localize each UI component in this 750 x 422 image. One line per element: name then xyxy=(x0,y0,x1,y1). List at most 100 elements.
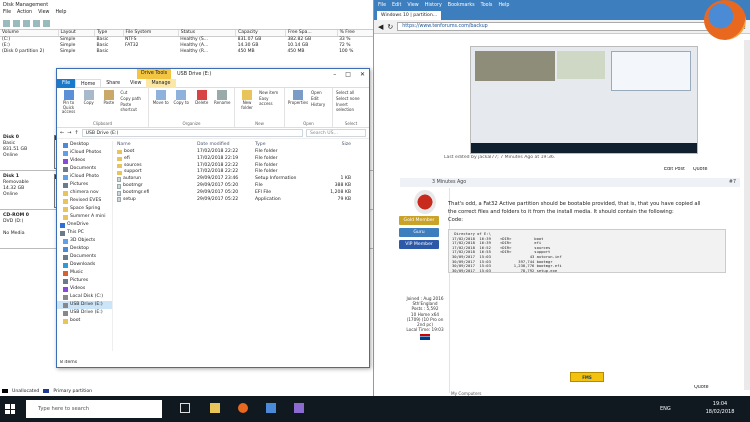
tab-view[interactable]: View xyxy=(125,79,146,88)
ff-menu-bookmarks[interactable]: Bookmarks xyxy=(448,3,475,8)
nav-item[interactable]: Pictures xyxy=(57,277,112,285)
footer-quote-button[interactable]: Quote xyxy=(694,385,734,390)
properties-button[interactable]: Properties xyxy=(288,90,308,125)
select-all-button[interactable]: Select all xyxy=(336,90,366,95)
edit-post-button[interactable]: Edit Post xyxy=(664,167,685,172)
nav-item[interactable]: Summer A mini xyxy=(57,213,112,221)
tab-manage[interactable]: Manage xyxy=(146,78,176,88)
clock[interactable]: 19:04 18/02/2018 xyxy=(700,400,740,418)
nav-item[interactable]: Space Spring xyxy=(57,205,112,213)
file-row[interactable]: bootmgr.efi 29/09/2017 05:20 EFI File 1,208… xyxy=(117,190,367,197)
nav-item[interactable]: Pictures xyxy=(57,181,112,189)
ff-menu-view[interactable]: View xyxy=(407,3,418,8)
table-row[interactable]: (Disk 0 partition 2) Simple Basic Healthy (… xyxy=(0,48,373,54)
url-bar[interactable]: https://www.tenforums.com/backup xyxy=(397,22,737,31)
tab-share[interactable]: Share xyxy=(101,79,125,88)
file-row[interactable]: support 17/02/2018 22:22 File folder xyxy=(117,169,367,176)
properties-icon[interactable] xyxy=(23,20,30,27)
menu-action[interactable]: Action xyxy=(17,10,32,18)
ff-menu-help[interactable]: Help xyxy=(498,3,509,8)
cut-button[interactable]: Cut xyxy=(120,90,145,95)
tab-file[interactable]: File xyxy=(57,78,76,88)
tab-home[interactable]: Home xyxy=(75,78,102,88)
nav-item[interactable]: chimera nov xyxy=(57,189,112,197)
file-row[interactable]: boot 17/02/2018 22:22 File folder xyxy=(117,149,367,156)
file-row[interactable]: bootmgr 29/09/2017 05:20 File 388 KB xyxy=(117,183,367,190)
file-row[interactable]: setup 29/09/2017 05:22 Application 79 KB xyxy=(117,197,367,204)
nav-item[interactable]: Desktop xyxy=(57,141,112,149)
new-item-button[interactable]: New item xyxy=(259,90,281,95)
forward-arrow-icon[interactable]: → xyxy=(67,130,71,136)
nav-item[interactable]: USB Drive (E:) xyxy=(57,309,112,317)
file-row[interactable]: sources 17/02/2018 22:22 File folder xyxy=(117,163,367,170)
search-input[interactable]: Search US... xyxy=(306,129,366,137)
col-name[interactable]: Name xyxy=(117,141,197,149)
forward-icon[interactable] xyxy=(13,20,20,27)
app-icon-2[interactable] xyxy=(294,403,304,413)
file-row[interactable]: autorun 29/09/2017 23:46 Setup Information… xyxy=(117,176,367,183)
menu-view[interactable]: View xyxy=(38,10,49,18)
language-indicator[interactable]: ENG xyxy=(660,401,678,417)
paste-button[interactable]: Paste xyxy=(100,90,117,125)
ff-tab[interactable]: Windows 10 | partition... xyxy=(377,11,442,20)
reload-icon[interactable]: ↻ xyxy=(387,23,393,31)
menu-help[interactable]: Help xyxy=(55,10,66,18)
menu-file[interactable]: File xyxy=(3,10,11,18)
open-button[interactable]: Open xyxy=(311,90,325,95)
nav-item[interactable]: Local Disk (C:) xyxy=(57,293,112,301)
history-button[interactable]: History xyxy=(311,102,325,107)
refresh-icon[interactable] xyxy=(43,20,50,27)
close-icon[interactable]: ✕ xyxy=(360,71,365,78)
pin-quick-access-button[interactable]: Pin to Quick access xyxy=(60,90,77,125)
nav-item[interactable]: Desktop xyxy=(57,245,112,253)
file-explorer-icon[interactable] xyxy=(210,403,220,413)
minimize-icon[interactable]: – xyxy=(333,71,336,78)
nav-item[interactable]: This PC xyxy=(57,229,112,237)
copy-path-button[interactable]: Copy path xyxy=(120,96,145,101)
up-arrow-icon[interactable]: ↑ xyxy=(74,130,78,136)
address-bar[interactable]: USB Drive (E:) xyxy=(81,129,303,137)
start-button[interactable] xyxy=(5,404,15,414)
ff-menu-edit[interactable]: Edit xyxy=(392,3,401,8)
nav-item[interactable]: Music xyxy=(57,269,112,277)
nav-item[interactable]: 3D Objects xyxy=(57,237,112,245)
select-none-button[interactable]: Select none xyxy=(336,96,366,101)
nav-item[interactable]: iCloud Photo xyxy=(57,173,112,181)
invert-selection-button[interactable]: Invert selection xyxy=(336,102,366,112)
firefox-icon[interactable] xyxy=(238,403,248,413)
nav-item[interactable]: Videos xyxy=(57,157,112,165)
easy-access-button[interactable]: Easy access xyxy=(259,96,281,106)
col-date[interactable]: Date modified xyxy=(197,141,255,149)
copy-to-button[interactable]: Copy to xyxy=(173,90,191,125)
move-to-button[interactable]: Move to xyxy=(152,90,170,125)
col-type[interactable]: Type xyxy=(255,141,311,149)
help-icon[interactable] xyxy=(33,20,40,27)
nav-item[interactable]: OneDrive xyxy=(57,221,112,229)
ff-menu-file[interactable]: File xyxy=(378,3,386,8)
edit-button[interactable]: Edit xyxy=(311,96,325,101)
nav-item[interactable]: boot xyxy=(57,317,112,325)
task-view-icon[interactable] xyxy=(180,403,190,413)
nav-item[interactable]: Revised EVES xyxy=(57,197,112,205)
paste-shortcut-button[interactable]: Paste shortcut xyxy=(120,102,145,112)
copy-button[interactable]: Copy xyxy=(80,90,97,125)
col-size[interactable]: Size xyxy=(311,141,351,149)
donate-badge-icon[interactable]: FMS xyxy=(570,372,604,382)
nav-item[interactable]: iCloud Photos xyxy=(57,149,112,157)
back-arrow-icon[interactable]: ← xyxy=(60,130,64,136)
new-folder-button[interactable]: New folder xyxy=(238,90,256,125)
nav-item[interactable]: Downloads xyxy=(57,261,112,269)
nav-item[interactable]: Documents xyxy=(57,253,112,261)
back-icon[interactable] xyxy=(3,20,10,27)
ff-menu-tools[interactable]: Tools xyxy=(481,3,493,8)
taskbar-search[interactable]: Type here to search xyxy=(26,400,162,418)
nav-item[interactable]: Documents xyxy=(57,165,112,173)
back-icon[interactable]: ◀ xyxy=(378,23,383,31)
quote-button[interactable]: Quote xyxy=(693,167,708,172)
delete-button[interactable]: Delete xyxy=(193,90,211,125)
maximize-icon[interactable]: □ xyxy=(345,71,351,78)
ff-menu-history[interactable]: History xyxy=(425,3,442,8)
nav-item[interactable]: Videos xyxy=(57,285,112,293)
rename-button[interactable]: Rename xyxy=(214,90,232,125)
nav-item[interactable]: USB Drive (E:) xyxy=(57,301,112,309)
